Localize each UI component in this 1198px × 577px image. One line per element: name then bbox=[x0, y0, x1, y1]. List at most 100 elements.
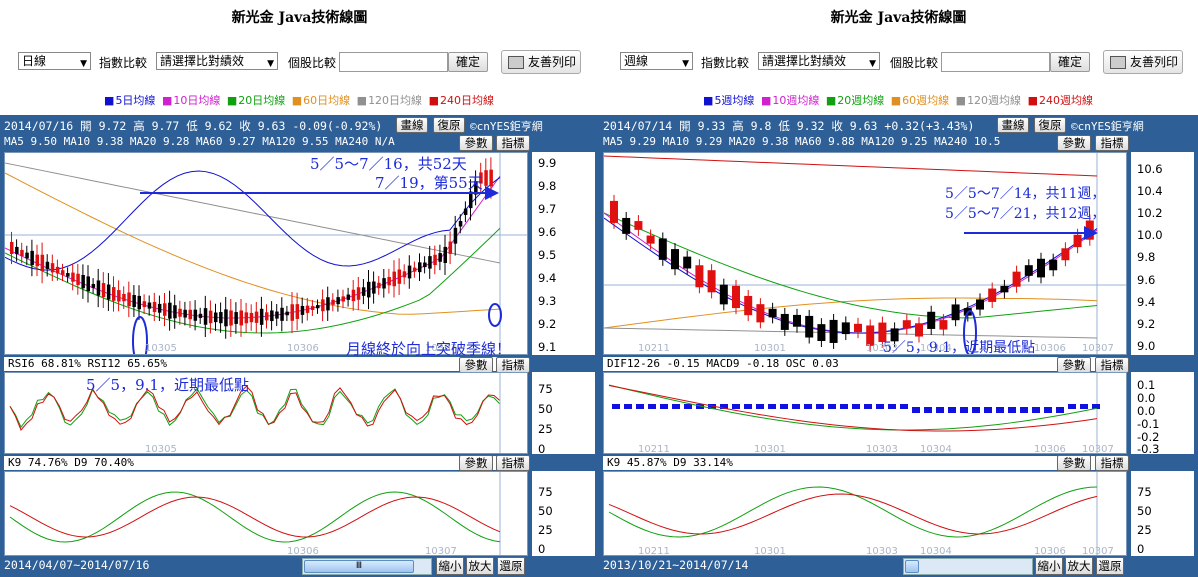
candle-body bbox=[428, 256, 432, 269]
confirm-button[interactable]: 確定 bbox=[448, 52, 488, 72]
scroll-thumb[interactable]: Ⅲ bbox=[304, 560, 414, 573]
rsi-plot[interactable]: 10305 bbox=[4, 372, 528, 454]
macd-bar bbox=[840, 404, 848, 409]
price-axis: 10.6 10.4 10.2 10.0 9.8 9.6 9.4 9.2 9.0 bbox=[1131, 152, 1194, 355]
candle-body bbox=[55, 266, 60, 274]
macd-bar bbox=[1056, 407, 1064, 413]
ma240-line bbox=[604, 155, 1098, 177]
macd-axis: 0.1 0.0 0.0 -0.1 -0.2 -0.3 bbox=[1131, 372, 1194, 456]
price-tick: 9.8 bbox=[538, 179, 557, 193]
candle-body bbox=[438, 253, 442, 262]
annotation-low-point: 5／5，9.1，近期最低點 bbox=[86, 376, 249, 394]
candle-body bbox=[683, 256, 692, 269]
param-button[interactable]: 參數 bbox=[459, 455, 493, 471]
quote-info: 2014/07/14 開 9.33 高 9.8 低 9.32 收 9.63 +0… bbox=[603, 119, 975, 133]
restore-button[interactable]: 復原 bbox=[1034, 117, 1066, 133]
ma5-line bbox=[604, 217, 1098, 334]
candle-body bbox=[45, 261, 50, 269]
print-button[interactable]: 友善列印 bbox=[1103, 50, 1183, 74]
stock-compare-input[interactable] bbox=[941, 52, 1050, 72]
candle-body bbox=[290, 304, 294, 321]
macd-bar bbox=[744, 404, 752, 409]
index-compare-select[interactable]: 請選擇比對績效 ▼ bbox=[758, 52, 880, 70]
macd-bar bbox=[804, 404, 812, 409]
chevron-down-icon: ▼ bbox=[869, 59, 876, 69]
candle-body bbox=[239, 310, 243, 326]
date-tick: 10306 bbox=[287, 546, 319, 556]
indicator-button[interactable]: 指標 bbox=[1095, 135, 1129, 151]
period-select[interactable]: 週線 ▼ bbox=[620, 52, 693, 70]
candle-body bbox=[81, 274, 85, 289]
time-scrollbar[interactable]: Ⅲ bbox=[302, 558, 432, 575]
restore-button[interactable]: 復原 bbox=[433, 117, 465, 133]
indicator-button[interactable]: 指標 bbox=[1095, 357, 1129, 373]
macd-bar bbox=[636, 404, 644, 409]
macd-bar bbox=[684, 404, 692, 409]
param-button[interactable]: 參數 bbox=[459, 135, 493, 151]
rsi-tick: 0 bbox=[538, 442, 546, 456]
print-label: 友善列印 bbox=[528, 55, 577, 69]
param-button[interactable]: 參數 bbox=[1057, 135, 1091, 151]
indicator-button[interactable]: 指標 bbox=[496, 135, 530, 151]
zoom-in-button[interactable]: 放大 bbox=[1065, 557, 1093, 575]
candle-body bbox=[270, 310, 274, 322]
param-button[interactable]: 參數 bbox=[459, 357, 493, 373]
candle-body bbox=[183, 309, 187, 318]
candle-body bbox=[132, 295, 136, 307]
param-button[interactable]: 參數 bbox=[1057, 455, 1091, 471]
reset-button[interactable]: 還原 bbox=[497, 557, 525, 575]
candle-body bbox=[854, 323, 862, 333]
scroll-thumb[interactable] bbox=[905, 560, 919, 573]
candle-body bbox=[285, 311, 289, 316]
draw-line-button[interactable]: 畫線 bbox=[997, 117, 1029, 133]
chart-title: 新光金 Java技術線圖 bbox=[830, 10, 967, 26]
period-select[interactable]: 日線 ▼ bbox=[18, 52, 91, 70]
kd-axis: 75 50 25 0 bbox=[532, 471, 595, 556]
zoom-in-button[interactable]: 放大 bbox=[466, 557, 494, 575]
candle-body bbox=[163, 303, 167, 316]
candle-body bbox=[214, 312, 218, 323]
time-scrollbar[interactable] bbox=[903, 558, 1033, 575]
candle-body bbox=[707, 270, 716, 293]
macd-bar bbox=[876, 404, 884, 409]
annotation-day-count: 5／5～7／16，共52天 bbox=[310, 155, 467, 173]
candle-body bbox=[402, 271, 407, 278]
indicator-button[interactable]: 指標 bbox=[496, 357, 530, 373]
candle-body bbox=[732, 285, 740, 309]
candle-body bbox=[112, 287, 116, 301]
date-tick: 10211 bbox=[638, 444, 670, 454]
candle-body bbox=[316, 305, 320, 309]
macd-plot[interactable]: 10211 10301 10303 10304 10306 10307 bbox=[603, 372, 1127, 454]
zoom-out-button[interactable]: 縮小 bbox=[1035, 557, 1063, 575]
confirm-button[interactable]: 確定 bbox=[1050, 52, 1090, 72]
rsi-tick: 50 bbox=[538, 402, 553, 416]
candle-body bbox=[50, 263, 55, 273]
reset-button[interactable]: 還原 bbox=[1096, 557, 1124, 575]
macd-bar bbox=[1008, 407, 1016, 413]
stock-compare-input[interactable] bbox=[339, 52, 448, 72]
zoom-out-button[interactable]: 縮小 bbox=[436, 557, 464, 575]
candle-body bbox=[168, 302, 172, 319]
draw-line-button[interactable]: 畫線 bbox=[396, 117, 428, 133]
macd-bar bbox=[792, 404, 800, 409]
candle-body bbox=[392, 271, 396, 287]
print-button[interactable]: 友善列印 bbox=[501, 50, 581, 74]
indicator-button[interactable]: 指標 bbox=[496, 455, 530, 471]
index-compare-select[interactable]: 請選擇比對績效 ▼ bbox=[156, 52, 278, 70]
date-tick: 10303 bbox=[866, 546, 898, 556]
candle-body bbox=[321, 299, 325, 312]
candle-body bbox=[203, 308, 208, 325]
indicator-button[interactable]: 指標 bbox=[1095, 455, 1129, 471]
macd-tick: 0.0 bbox=[1137, 391, 1156, 405]
macd-bar bbox=[732, 404, 740, 409]
param-button[interactable]: 參數 bbox=[1057, 357, 1091, 373]
rsi-axis: 75 50 25 0 bbox=[532, 372, 595, 456]
kd-plot[interactable]: 10306 10307 bbox=[4, 471, 528, 556]
kd-plot[interactable]: 10211 10301 10303 10304 10306 10307 bbox=[603, 471, 1127, 556]
macd-bar bbox=[948, 407, 956, 413]
candle-body bbox=[96, 280, 101, 296]
legend-ma120: ■120日均線 bbox=[356, 94, 423, 107]
navigation-bar: 2013/10/21~2014/07/14 縮小 放大 還原 bbox=[599, 556, 1198, 577]
legend-ma5: ■5日均線 bbox=[104, 94, 156, 107]
candle-body bbox=[122, 293, 126, 302]
